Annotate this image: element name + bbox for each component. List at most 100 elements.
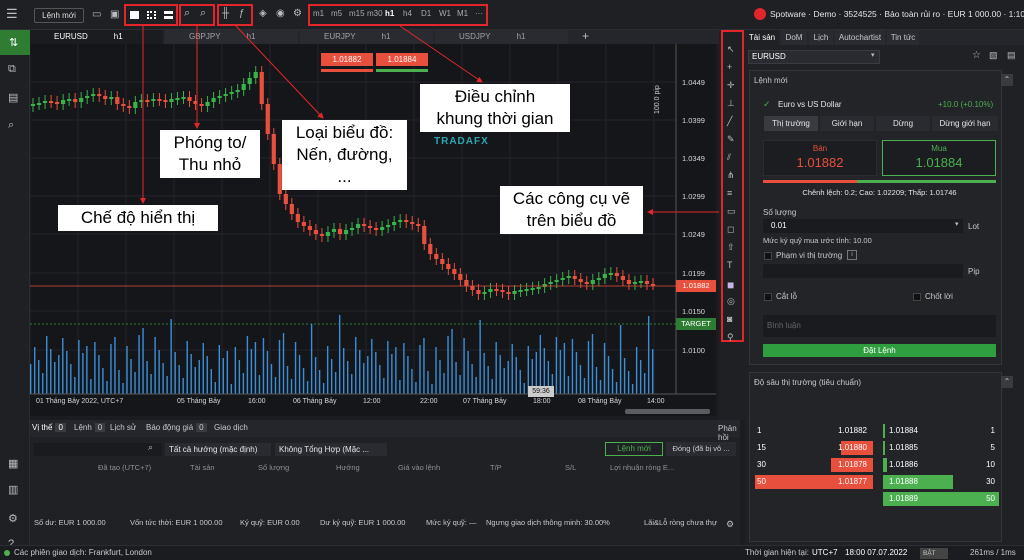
quick-buy-button[interactable]: 1.01884 — [376, 53, 428, 66]
stop-loss-checkbox[interactable] — [764, 293, 772, 301]
timeframe-m15[interactable]: m15 — [349, 9, 365, 18]
ellipse-icon[interactable]: ◻ — [727, 224, 734, 235]
positions-tab-4[interactable]: Giao dịch — [214, 423, 248, 432]
order-type-1[interactable]: Giới hạn — [820, 116, 874, 131]
dom-ask-row[interactable]: 1.01889 50 — [883, 492, 999, 506]
symbol-select[interactable]: EURUSD — [748, 50, 880, 64]
column-header[interactable]: Tài sản — [190, 463, 215, 472]
quick-sell-button[interactable]: 1.01882 — [321, 53, 373, 66]
dom-bid-row[interactable]: 15 1.01880 — [755, 441, 873, 455]
settings-icon[interactable]: ⚙ — [293, 8, 302, 19]
comment-input[interactable]: Bình luận — [763, 315, 996, 337]
range-checkbox[interactable] — [764, 252, 772, 260]
info-icon[interactable]: ▤ — [1007, 50, 1016, 61]
close-all-button[interactable]: Đóng (đã bị vô ... — [666, 442, 736, 456]
automate-icon[interactable]: ▤ — [8, 91, 18, 104]
direction-filter[interactable]: Tất cả hướng (mặc định) — [165, 443, 271, 456]
panel-tab-0[interactable]: Tài sản — [745, 30, 779, 45]
timezone-select[interactable]: UTC+7 — [812, 546, 838, 560]
chevron-down-icon[interactable]: ▾ — [871, 51, 875, 59]
menu-icon[interactable]: ☰ — [6, 6, 18, 22]
alert-icon[interactable]: ⚲ — [727, 332, 734, 343]
fork-icon[interactable]: ⋔ — [727, 170, 735, 181]
order-type-2[interactable]: Dừng — [876, 116, 930, 131]
positions-tab-1[interactable]: Lệnh 0 — [74, 423, 106, 432]
timeframe-W1[interactable]: W1 — [439, 9, 451, 18]
layout-icon[interactable]: ▥ — [8, 483, 18, 496]
new-order-bottom-button[interactable]: Lệnh mới — [605, 442, 663, 456]
quantity-chevron-icon[interactable]: ▾ — [955, 220, 959, 228]
camera-icon[interactable]: ◙ — [727, 314, 732, 324]
buy-button[interactable]: Mua 1.01884 — [882, 140, 996, 176]
dom-bid-row[interactable]: 1 1.01882 — [755, 424, 873, 438]
timeframe-m5[interactable]: m5 — [331, 9, 342, 18]
collapse-icon[interactable]: ⌃ — [1001, 74, 1013, 86]
dom-bid-row[interactable]: 30 1.01878 — [755, 458, 873, 472]
timeframe-M1[interactable]: M1 — [457, 9, 468, 18]
gear-icon[interactable]: ⚙ — [8, 512, 18, 525]
dom-collapse-icon[interactable]: ⌃ — [1001, 376, 1013, 388]
timeframe-m30[interactable]: m30 — [367, 9, 383, 18]
monitor-icon[interactable]: ▭ — [92, 9, 101, 20]
column-header[interactable]: S/L — [565, 463, 576, 472]
arrow-up-icon[interactable]: ⇧ — [727, 242, 735, 253]
timeframe-···[interactable]: ··· — [475, 9, 483, 18]
order-type-3[interactable]: Dừng giới hạn — [932, 116, 998, 131]
order-type-0[interactable]: Thị trường — [764, 116, 818, 131]
panel-tab-1[interactable]: DoM — [781, 30, 807, 45]
chart-tab-eurusd[interactable]: EURUSD h1 — [30, 30, 163, 44]
new-order-button[interactable]: Lệnh mới — [34, 8, 84, 23]
account-info[interactable]: Spotware · Demo · 3524525 · Bảo toàn rủi… — [770, 9, 1024, 19]
zoom-in-icon[interactable]: ⌕ — [184, 7, 190, 20]
dom-bid-row[interactable]: 50 1.01877 — [755, 475, 873, 489]
timeframe-m1[interactable]: m1 — [313, 9, 324, 18]
dom-ask-row[interactable]: 1.01886 10 — [883, 458, 999, 472]
indicator-icon[interactable]: ƒ — [239, 8, 245, 19]
column-header[interactable]: Hướng — [336, 463, 360, 472]
timeframe-D1[interactable]: D1 — [421, 9, 431, 18]
copy-icon[interactable]: ⧉ — [8, 63, 16, 76]
color-swatch-icon[interactable]: ■ — [727, 278, 734, 292]
cursor-icon[interactable]: ↖ — [727, 44, 735, 55]
quantity-input[interactable]: 0.01 — [763, 219, 963, 233]
column-header[interactable]: Đã tạo (UTC+7) — [98, 463, 151, 472]
zoom-tool-icon[interactable]: ✛ — [727, 80, 735, 91]
timeframe-h1[interactable]: h1 — [385, 9, 394, 18]
grid-view-icon[interactable] — [147, 11, 156, 19]
chart-tab-usdjpy[interactable]: USDJPY h1 — [435, 30, 568, 44]
dom-ask-row[interactable]: 1.01885 5 — [883, 441, 999, 455]
panel-tab-3[interactable]: Autochartist — [835, 30, 885, 45]
chart-tab-gbpjpy[interactable]: GBPJPY h1 — [165, 30, 298, 44]
take-profit-checkbox[interactable] — [913, 293, 921, 301]
timeframe-h4[interactable]: h4 — [403, 9, 412, 18]
range-input[interactable] — [763, 264, 963, 278]
dom-ask-row[interactable]: 1.01884 1 — [883, 424, 999, 438]
fib-icon[interactable]: ≡ — [727, 188, 732, 198]
single-view-icon[interactable] — [130, 11, 139, 19]
rect-icon[interactable]: ▭ — [727, 206, 736, 217]
screen-icon[interactable]: ▣ — [110, 9, 119, 20]
chart-scrollbar[interactable] — [625, 409, 710, 414]
positions-tab-3[interactable]: Báo động giá 0 — [146, 423, 207, 432]
terminal-icon[interactable]: ▦ — [8, 457, 18, 470]
pen-icon[interactable]: ✎ — [727, 134, 735, 145]
chart-tab-eurjpy[interactable]: EURJPY h1 — [300, 30, 433, 44]
hline-icon[interactable]: ⊥ — [727, 98, 735, 109]
list-view-icon[interactable] — [164, 11, 173, 19]
zoom-out-icon[interactable]: ⌕ — [200, 7, 206, 20]
sell-button[interactable]: Bán 1.01882 — [763, 140, 877, 176]
aggregate-filter[interactable]: Không Tổng Hợp (Mặc ... — [275, 443, 387, 456]
trendline-icon[interactable]: ╱ — [727, 116, 732, 127]
column-header[interactable]: T/P — [490, 463, 502, 472]
chart-icon[interactable]: ▧ — [989, 50, 998, 61]
text-icon[interactable]: T — [727, 260, 733, 270]
positions-search[interactable] — [34, 443, 162, 456]
column-header[interactable]: Lợi nhuận ròng E... — [610, 463, 674, 472]
place-order-button[interactable]: Đặt Lệnh — [763, 344, 996, 357]
layers-icon[interactable]: ◈ — [259, 8, 267, 19]
panel-tab-4[interactable]: Tin tức — [887, 30, 919, 45]
star-icon[interactable]: ☆ — [972, 50, 981, 61]
summary-gear-icon[interactable]: ⚙ — [726, 519, 734, 530]
crosshair-icon[interactable]: + — [727, 62, 732, 72]
toggle-switch[interactable]: BẬT — [920, 548, 948, 559]
